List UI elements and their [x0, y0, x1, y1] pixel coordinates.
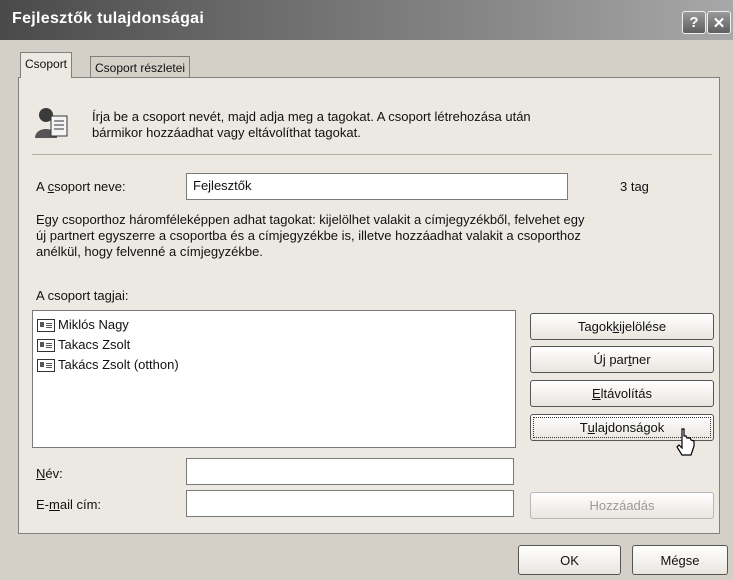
list-item[interactable]: Takacs Zsolt — [37, 336, 130, 354]
list-item[interactable]: Miklós Nagy — [37, 316, 129, 334]
select-members-button[interactable]: Tagok k ijelölése — [530, 313, 714, 340]
help-button[interactable]: ? — [682, 11, 706, 34]
members-list[interactable]: Miklós Nagy Takacs Zsolt Takács Zsolt (o… — [32, 310, 516, 448]
group-name-input[interactable]: Fejlesztők — [186, 173, 568, 200]
separator — [32, 154, 712, 155]
contact-card-icon — [37, 358, 55, 372]
member-count: 3 tag — [620, 179, 649, 194]
title-bar: Fejlesztők tulajdonságai ? ✕ — [0, 0, 733, 40]
description-line2: új partnert egyszerre a csoportba és a c… — [36, 228, 581, 243]
mouse-pointer-icon — [676, 428, 696, 458]
email-input[interactable] — [186, 490, 514, 517]
add-button[interactable]: Hozzáadás — [530, 492, 714, 519]
name-label: Név: — [36, 466, 63, 481]
description-line3: anélkül, hogy felvenné a címjegyzékbe. — [36, 244, 263, 259]
tab-csoport-reszletei[interactable]: Csoport részletei — [90, 56, 191, 79]
name-input[interactable] — [186, 458, 514, 485]
list-item[interactable]: Takács Zsolt (otthon) — [37, 356, 179, 374]
description-line1: Egy csoporthoz háromféleképpen adhat tag… — [36, 212, 585, 227]
email-label: E-mail cím: — [36, 497, 102, 512]
cancel-button[interactable]: Mégse — [632, 545, 728, 575]
close-button[interactable]: ✕ — [707, 11, 731, 34]
contact-card-icon — [37, 338, 55, 352]
window-title: Fejlesztők tulajdonságai — [12, 10, 205, 27]
remove-button[interactable]: Eltávolítás — [530, 380, 714, 407]
intro-text-line2: bármikor hozzáadhat vagy eltávolíthat ta… — [92, 125, 361, 140]
new-contact-button[interactable]: Új par t ner — [530, 346, 714, 373]
tab-csoport[interactable]: Csoport — [20, 52, 73, 78]
intro-text-line1: Írja be a csoport nevét, majd adja meg a… — [92, 109, 531, 124]
group-name-label: A csoport neve: — [36, 179, 126, 194]
contact-card-icon — [37, 318, 55, 332]
group-people-icon — [32, 104, 70, 140]
ok-button[interactable]: OK — [518, 545, 621, 575]
members-label: A csoport tagjai: — [36, 288, 129, 303]
